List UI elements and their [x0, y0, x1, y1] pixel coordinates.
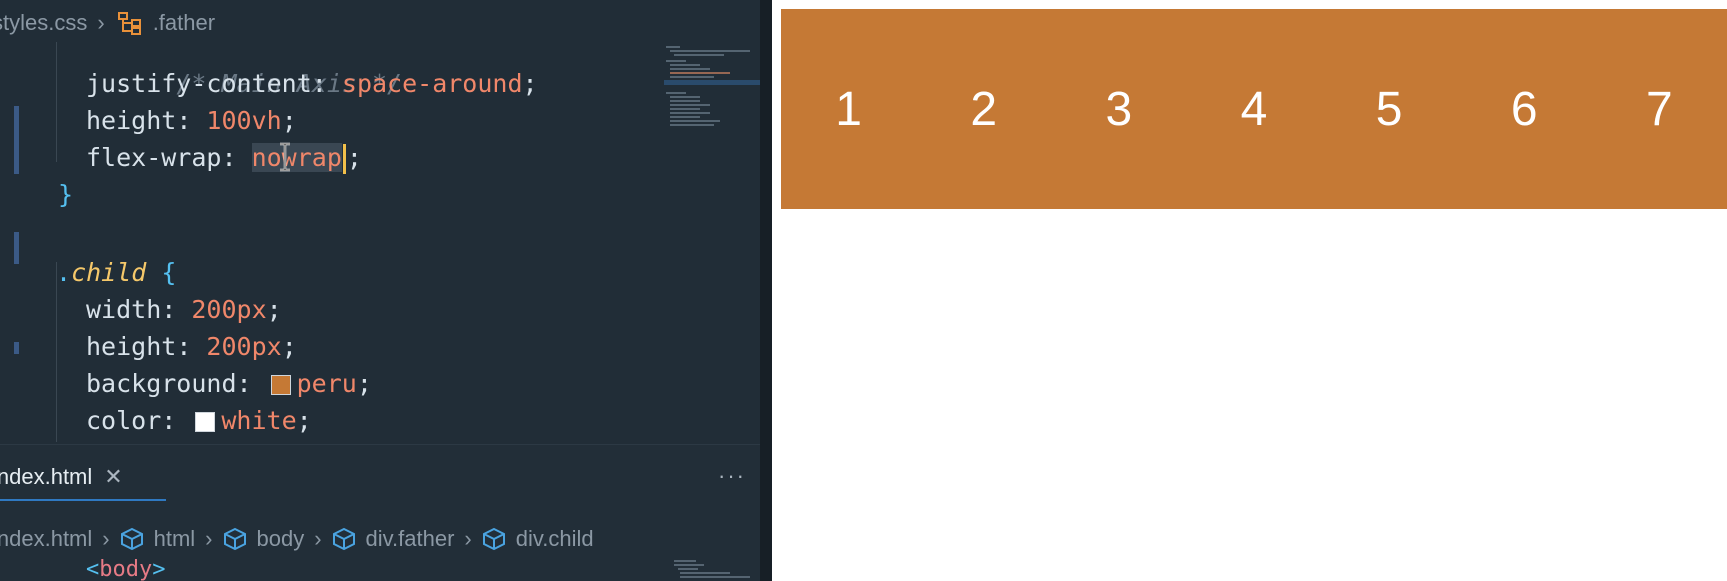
more-actions-icon[interactable]: ···	[718, 463, 746, 489]
file-breadcrumb: index.html › html › body › div.father › …	[0, 521, 760, 557]
minimap[interactable]	[664, 42, 760, 142]
chevron-right-icon: ›	[102, 526, 110, 551]
gutter-change-marker	[14, 342, 19, 354]
child-box: 3	[1105, 82, 1133, 136]
code-area[interactable]: /* Main Axis */ justify-content: space-a…	[0, 42, 760, 485]
code-line-comment: /* Main Axis */	[176, 69, 403, 98]
bottom-editor-panel: index.html ✕ ··· index.html › html › bod…	[0, 444, 760, 581]
element-cube-icon	[482, 527, 506, 551]
chevron-right-icon: ›	[205, 526, 213, 551]
child-box: 2	[970, 82, 998, 136]
child-box: 7	[1646, 82, 1673, 136]
tab-label: index.html	[0, 464, 93, 489]
breadcrumb-div-father[interactable]: div.father	[366, 526, 455, 552]
selected-text: nowrap	[251, 143, 342, 172]
gutter-change-marker	[14, 106, 19, 174]
text-cursor	[342, 144, 346, 174]
split-divider[interactable]	[760, 0, 772, 581]
code-line-body: <body>	[86, 557, 166, 581]
breadcrumb-file[interactable]: styles.css	[0, 10, 87, 36]
breadcrumb-body[interactable]: body	[257, 526, 305, 552]
minimap[interactable]	[672, 558, 760, 581]
code-line-width: width: 200px;	[86, 295, 282, 324]
color-swatch-white[interactable]	[195, 412, 216, 432]
child-box: 6	[1510, 82, 1538, 136]
element-cube-icon	[120, 527, 144, 551]
color-swatch-peru[interactable]	[270, 375, 291, 395]
code-line-flex-wrap: flex-wrap: nowrap;	[86, 143, 362, 174]
breadcrumb-div-child[interactable]: div.child	[516, 526, 594, 552]
close-icon[interactable]: ✕	[104, 464, 122, 490]
code-line-height: height: 100vh;	[86, 106, 297, 135]
breadcrumb-file[interactable]: index.html	[0, 526, 92, 552]
child-box: 1	[835, 82, 862, 136]
element-cube-icon	[332, 527, 356, 551]
gutter-change-marker	[14, 232, 19, 264]
code-line-background: background: peru;	[86, 369, 372, 398]
child-box: 4	[1240, 82, 1268, 136]
code-line-justify-content: justify-content: space-around;	[86, 69, 538, 98]
ibeam-cursor-icon	[280, 142, 290, 172]
code-line-height-child: height: 200px;	[86, 332, 297, 361]
indent-guide	[56, 42, 57, 162]
code-line-close-brace: }	[58, 180, 74, 209]
tab-index-html[interactable]: index.html ✕	[0, 455, 166, 501]
code-line-color: color: white;	[86, 406, 312, 435]
code-line-child-selector: .child {	[56, 258, 177, 287]
browser-preview: 1 2 3 4 5 6 7	[772, 0, 1727, 581]
child-box: 5	[1375, 82, 1403, 136]
father-container: 1 2 3 4 5 6 7	[781, 9, 1727, 209]
chevron-right-icon: ›	[464, 526, 472, 551]
element-cube-icon	[223, 527, 247, 551]
breadcrumb-html[interactable]: html	[154, 526, 196, 552]
chevron-right-icon: ›	[314, 526, 322, 551]
code-editor[interactable]: styles.css › .father /* Main Axis */ jus…	[0, 0, 760, 581]
